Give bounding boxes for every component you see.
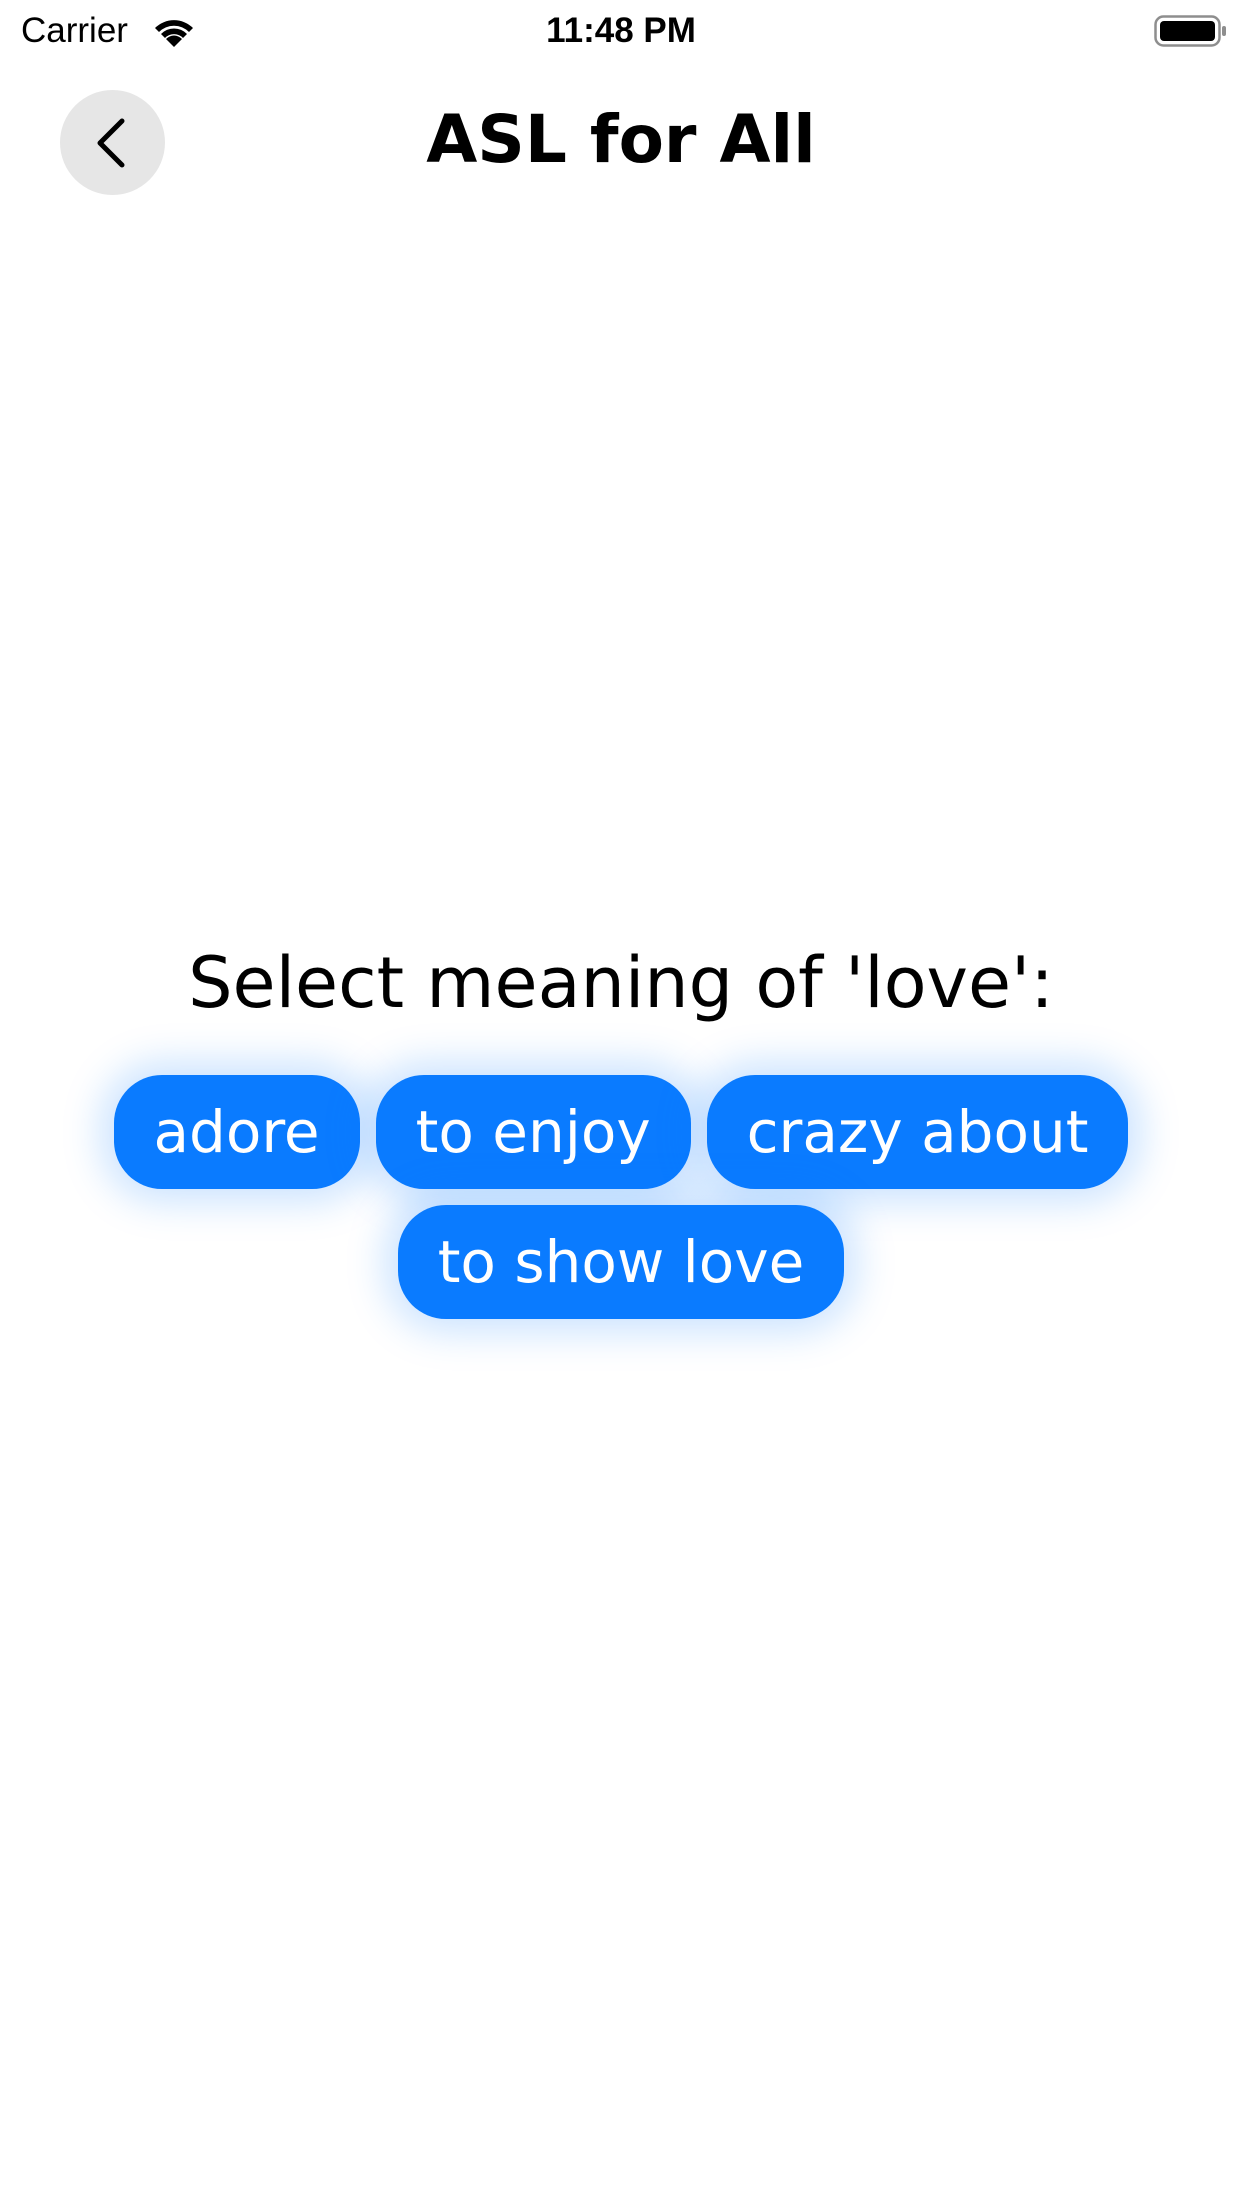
status-time: 11:48 PM (546, 11, 696, 50)
status-bar: Carrier 11:48 PM (0, 0, 1242, 62)
option-button-to-enjoy[interactable]: to enjoy (375, 1075, 691, 1189)
answer-options-row-2: to show love (0, 1205, 1242, 1319)
quiz-prompt: Select meaning of 'love': (188, 942, 1054, 1024)
option-button-adore[interactable]: adore (113, 1075, 360, 1189)
option-button-crazy-about[interactable]: crazy about (706, 1075, 1129, 1189)
battery-full-icon (1154, 14, 1228, 48)
answer-options: adore to enjoy crazy about to show love (0, 1075, 1242, 1335)
option-button-to-show-love[interactable]: to show love (397, 1205, 845, 1319)
answer-options-row-1: adore to enjoy crazy about (0, 1075, 1242, 1189)
page-title: ASL for All (426, 101, 816, 178)
